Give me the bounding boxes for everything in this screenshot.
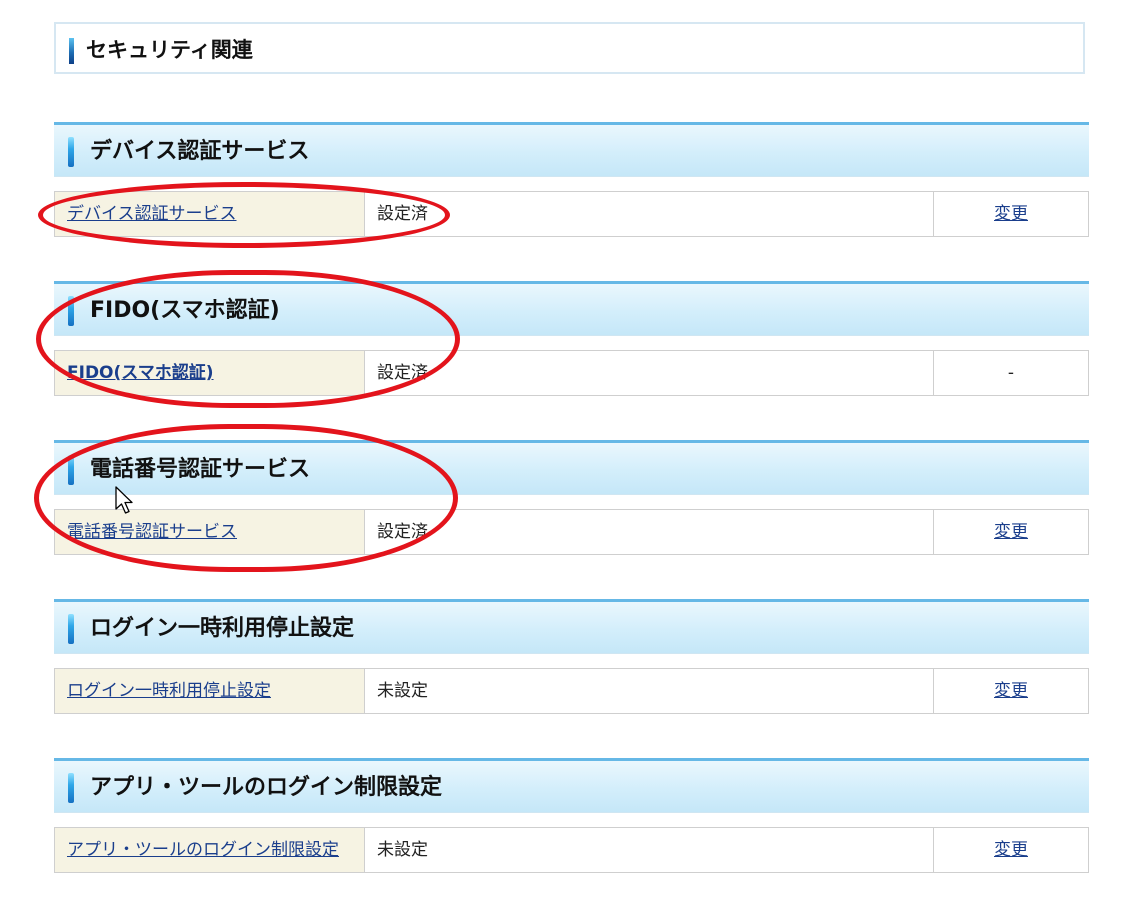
setting-action-cell: - bbox=[933, 351, 1088, 395]
section-header-fido: FIDO(スマホ認証) bbox=[54, 281, 1089, 336]
setting-action-cell: 変更 bbox=[933, 192, 1088, 236]
setting-row-device-auth: デバイス認証サービス 設定済 変更 bbox=[54, 191, 1089, 237]
page-title-box: セキュリティ関連 bbox=[54, 22, 1085, 74]
setting-action-cell: 変更 bbox=[933, 828, 1088, 872]
setting-label-cell: アプリ・ツールのログイン制限設定 bbox=[55, 828, 365, 872]
no-action-dash: - bbox=[1007, 363, 1015, 383]
setting-label-cell: デバイス認証サービス bbox=[55, 192, 365, 236]
setting-status: 未設定 bbox=[377, 840, 428, 860]
setting-label-cell: 電話番号認証サービス bbox=[55, 510, 365, 554]
setting-status: 設定済 bbox=[377, 204, 428, 224]
setting-row-phone-auth: 電話番号認証サービス 設定済 変更 bbox=[54, 509, 1089, 555]
login-suspend-link[interactable]: ログイン一時利用停止設定 bbox=[67, 680, 271, 702]
setting-status: 未設定 bbox=[377, 681, 428, 701]
section-title: FIDO(スマホ認証) bbox=[90, 298, 280, 323]
section-header-phone-auth: 電話番号認証サービス bbox=[54, 440, 1089, 495]
section-header-login-suspend: ログイン一時利用停止設定 bbox=[54, 599, 1089, 654]
section-title: アプリ・ツールのログイン制限設定 bbox=[90, 775, 443, 800]
page-title: セキュリティ関連 bbox=[86, 38, 253, 62]
device-auth-link[interactable]: デバイス認証サービス bbox=[67, 203, 237, 225]
app-login-restrict-link[interactable]: アプリ・ツールのログイン制限設定 bbox=[67, 839, 339, 861]
setting-action-cell: 変更 bbox=[933, 510, 1088, 554]
change-link-login-suspend[interactable]: 変更 bbox=[934, 680, 1088, 702]
change-link-app-login-restrict[interactable]: 変更 bbox=[934, 839, 1088, 861]
setting-row-login-suspend: ログイン一時利用停止設定 未設定 変更 bbox=[54, 668, 1089, 714]
setting-status: 設定済 bbox=[377, 363, 428, 383]
change-link-phone-auth[interactable]: 変更 bbox=[934, 521, 1088, 543]
section-accent-bar bbox=[68, 296, 74, 326]
section-accent-bar bbox=[68, 455, 74, 485]
security-settings-page: セキュリティ関連 デバイス認証サービス デバイス認証サービス 設定済 変更 FI… bbox=[0, 0, 1140, 908]
section-title: デバイス認証サービス bbox=[90, 139, 310, 164]
section-accent-bar bbox=[68, 773, 74, 803]
section-accent-bar bbox=[68, 137, 74, 167]
setting-row-app-login-restrict: アプリ・ツールのログイン制限設定 未設定 変更 bbox=[54, 827, 1089, 873]
setting-row-fido: FIDO(スマホ認証) 設定済 - bbox=[54, 350, 1089, 396]
setting-label-cell: FIDO(スマホ認証) bbox=[55, 351, 365, 395]
section-title: 電話番号認証サービス bbox=[90, 457, 311, 482]
section-accent-bar bbox=[68, 614, 74, 644]
setting-label-cell: ログイン一時利用停止設定 bbox=[55, 669, 365, 713]
section-header-device-auth: デバイス認証サービス bbox=[54, 122, 1089, 177]
setting-status: 設定済 bbox=[377, 522, 428, 542]
title-accent-bar bbox=[69, 38, 74, 64]
section-header-app-login-restrict: アプリ・ツールのログイン制限設定 bbox=[54, 758, 1089, 813]
phone-auth-link[interactable]: 電話番号認証サービス bbox=[67, 521, 237, 543]
setting-action-cell: 変更 bbox=[933, 669, 1088, 713]
fido-link[interactable]: FIDO(スマホ認証) bbox=[67, 362, 214, 384]
change-link-device-auth[interactable]: 変更 bbox=[934, 203, 1088, 225]
section-title: ログイン一時利用停止設定 bbox=[90, 616, 355, 641]
